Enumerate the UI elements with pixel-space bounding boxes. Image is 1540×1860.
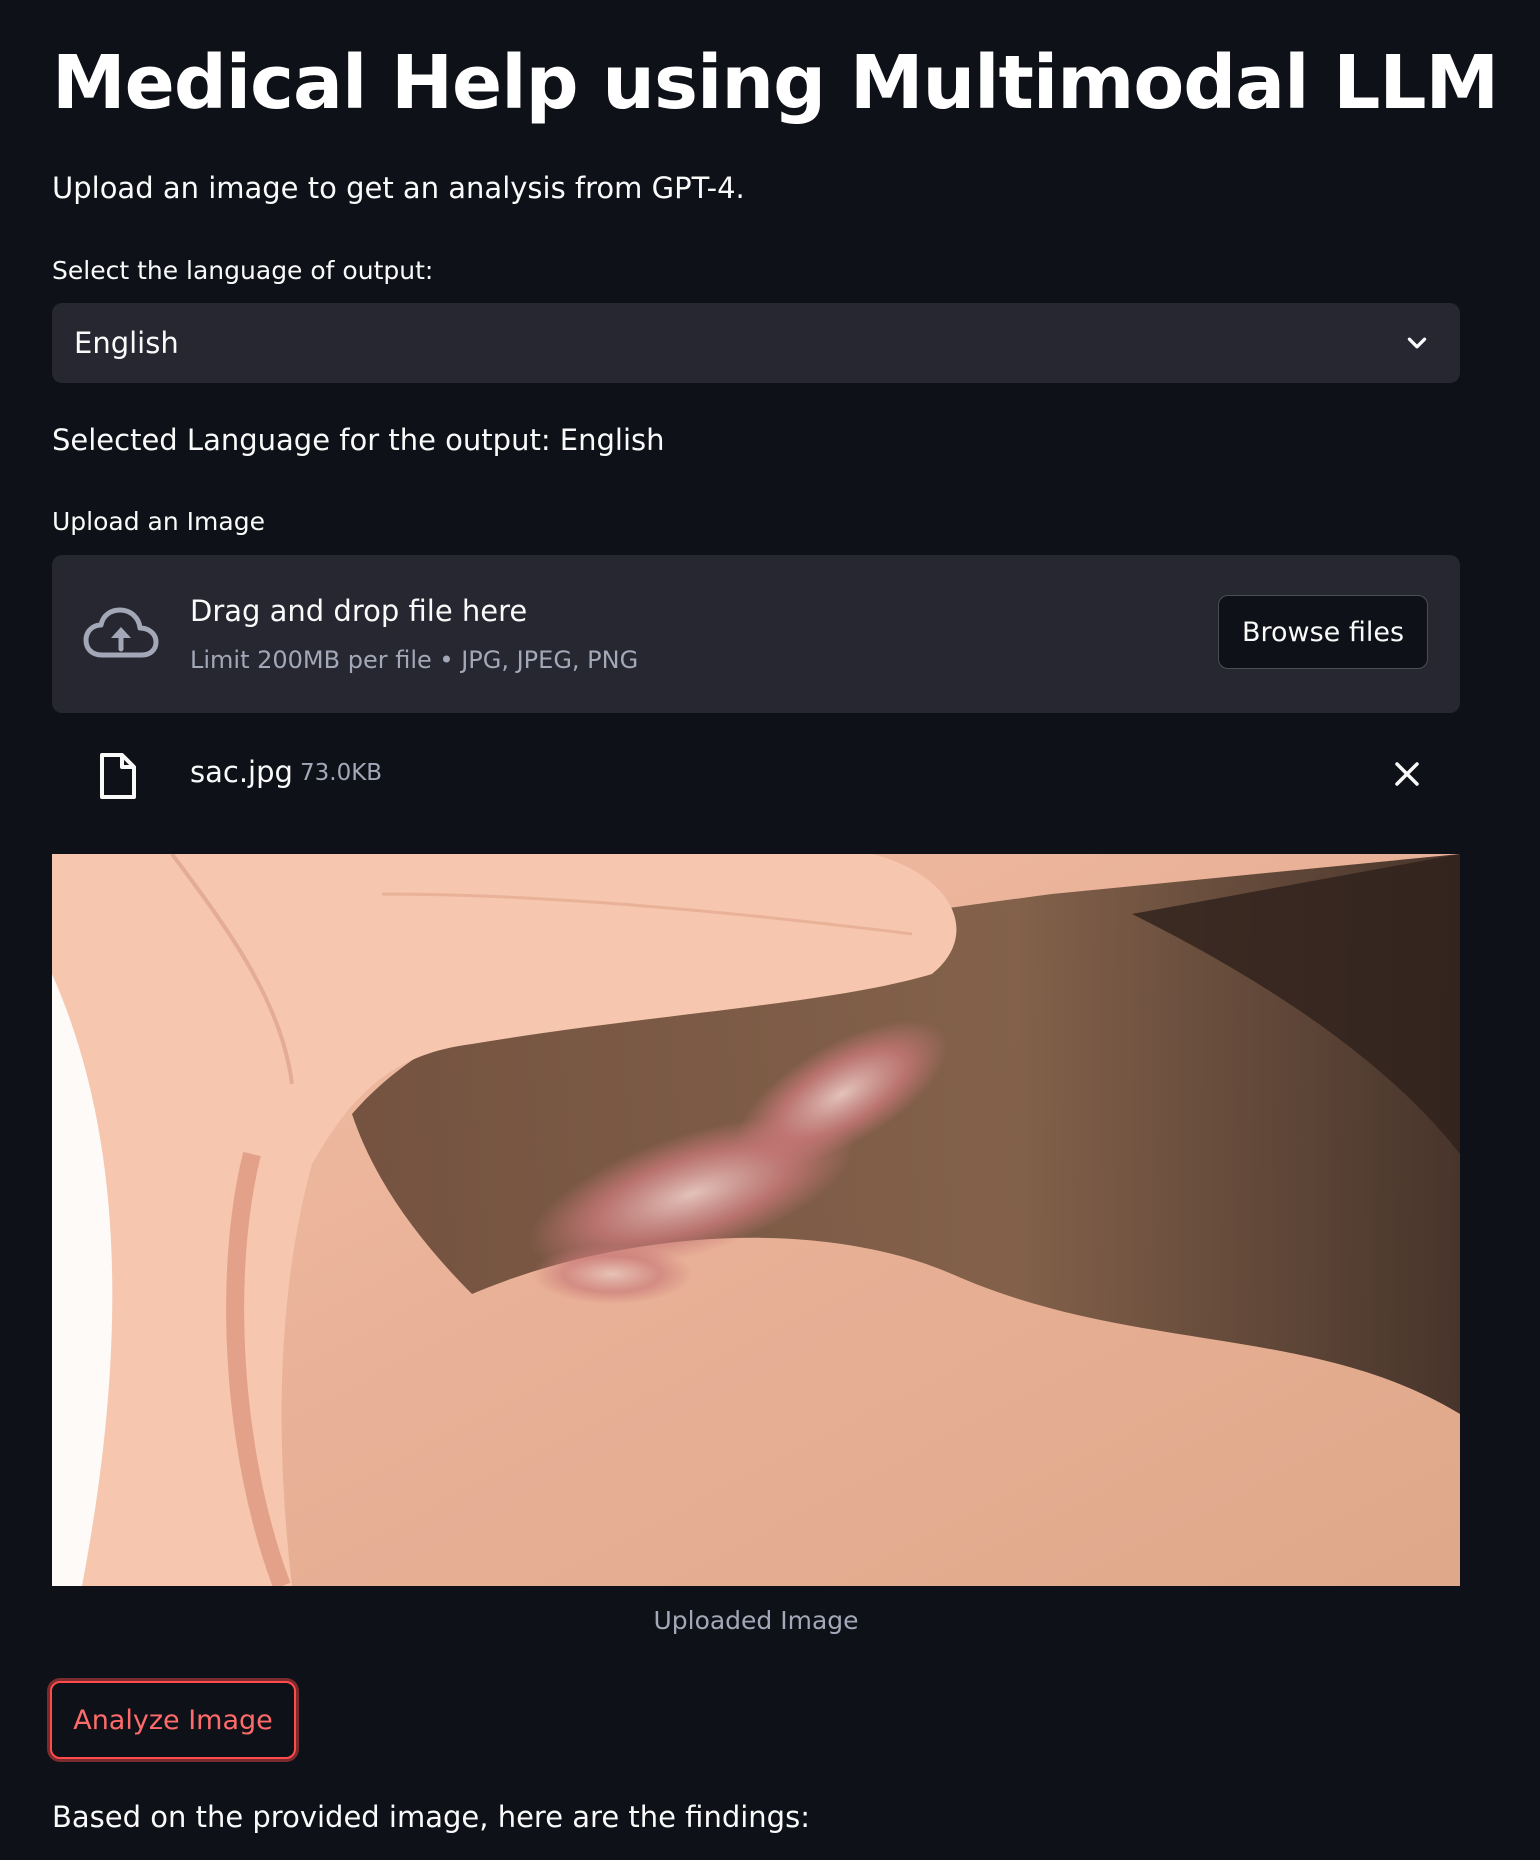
- dropzone-title: Drag and drop file here: [190, 594, 528, 628]
- file-size: 73.0KB: [300, 760, 383, 786]
- file-dropzone[interactable]: Drag and drop file here Limit 200MB per …: [52, 555, 1460, 713]
- cloud-upload-icon: [83, 607, 159, 658]
- file-icon: [100, 753, 136, 799]
- close-icon[interactable]: [1392, 759, 1422, 789]
- scalp-photo: [52, 854, 1460, 1586]
- browse-files-button[interactable]: Browse files: [1218, 595, 1428, 669]
- page-title: Medical Help using Multimodal LLM: [52, 40, 1499, 126]
- language-select[interactable]: English: [52, 303, 1460, 383]
- language-select-value: English: [74, 326, 179, 360]
- uploaded-file-row: sac.jpg 73.0KB: [52, 740, 1460, 810]
- analyze-image-button[interactable]: Analyze Image: [50, 1681, 296, 1759]
- upload-label: Upload an Image: [52, 507, 265, 536]
- chevron-down-icon: [1407, 337, 1427, 349]
- image-caption: Uploaded Image: [653, 1606, 859, 1635]
- selected-language-text: Selected Language for the output: Englis…: [52, 423, 665, 457]
- language-select-label: Select the language of output:: [52, 256, 434, 285]
- page-subtitle: Upload an image to get an analysis from …: [52, 171, 745, 205]
- findings-intro-text: Based on the provided image, here are th…: [52, 1800, 810, 1834]
- file-name: sac.jpg: [190, 755, 293, 789]
- dropzone-limit: Limit 200MB per file • JPG, JPEG, PNG: [190, 646, 639, 674]
- uploaded-image: [52, 854, 1460, 1586]
